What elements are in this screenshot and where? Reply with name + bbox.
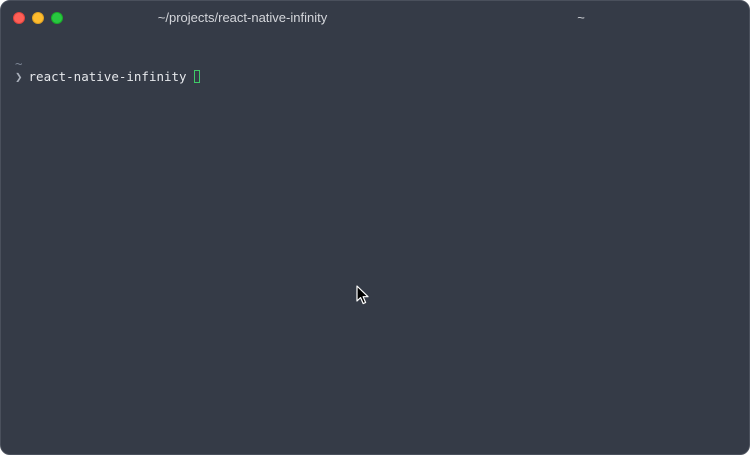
terminal-content[interactable]: ~ ❯ react-native-infinity xyxy=(1,35,749,454)
command-text: react-native-infinity xyxy=(28,69,187,84)
terminal-window: ~/projects/react-native-infinity ~ ~ ❯ re… xyxy=(0,0,750,455)
prompt-chevron-icon: ❯ xyxy=(15,69,23,84)
prompt-line: ❯ react-native-infinity xyxy=(15,70,200,84)
text-cursor xyxy=(193,70,200,83)
mouse-pointer-icon xyxy=(356,285,369,305)
close-button[interactable] xyxy=(13,12,25,24)
window-title: ~/projects/react-native-infinity xyxy=(157,10,328,25)
minimize-button[interactable] xyxy=(32,12,44,24)
tab-label[interactable]: ~ xyxy=(571,10,591,25)
title-bar[interactable]: ~/projects/react-native-infinity ~ xyxy=(1,1,749,35)
zoom-button[interactable] xyxy=(51,12,63,24)
